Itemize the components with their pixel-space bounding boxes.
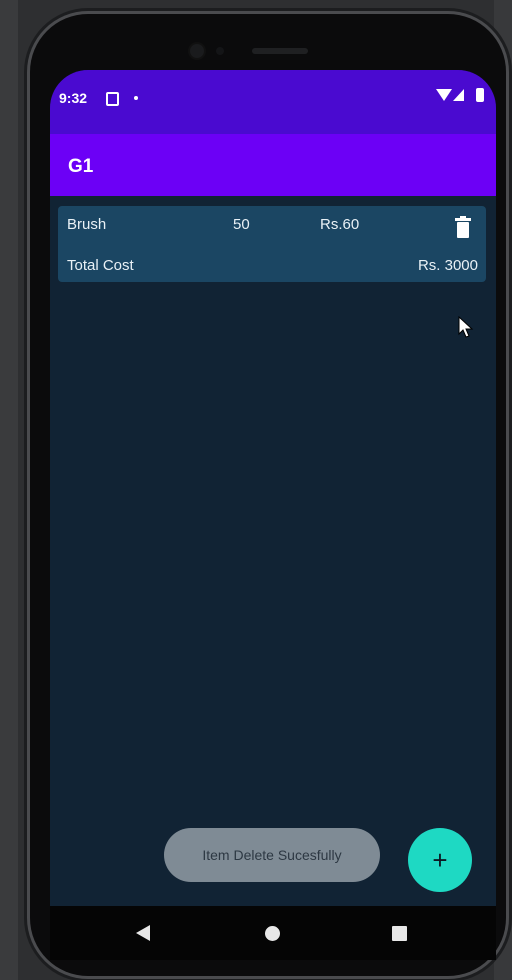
app-bar: G1 <box>50 134 496 196</box>
earpiece-speaker <box>252 48 308 54</box>
home-icon[interactable] <box>265 926 280 941</box>
status-bar: 9:32 <box>50 70 496 134</box>
wifi-icon <box>436 89 452 101</box>
add-item-button[interactable]: + <box>408 828 472 892</box>
item-quantity: 50 <box>233 216 250 233</box>
notification-icon <box>106 92 119 106</box>
app-title: G1 <box>68 156 94 177</box>
navigation-bar <box>50 906 496 960</box>
back-icon[interactable] <box>136 925 150 941</box>
sensor <box>216 47 224 55</box>
background-left <box>0 0 18 980</box>
dot-icon <box>134 96 138 100</box>
battery-icon <box>476 88 484 102</box>
item-price: Rs.60 <box>320 216 360 233</box>
total-cost-label: Total Cost <box>67 257 134 274</box>
item-card[interactable]: Brush 50 Rs.60 Total Cost Rs. 3000 <box>58 206 486 282</box>
mouse-pointer-icon <box>458 316 474 338</box>
status-time: 9:32 <box>59 90 88 106</box>
trash-icon[interactable] <box>454 216 472 238</box>
app-screen: 9:32 G1 Brush 50 Rs.60 Total Cost Rs. 30… <box>50 70 496 960</box>
signal-icon <box>453 89 464 101</box>
front-camera <box>190 44 204 58</box>
total-cost-value: Rs. 3000 <box>417 257 478 274</box>
recents-icon[interactable] <box>392 926 407 941</box>
item-name: Brush <box>67 216 107 233</box>
toast-message: Item Delete Sucesfully <box>164 828 380 882</box>
